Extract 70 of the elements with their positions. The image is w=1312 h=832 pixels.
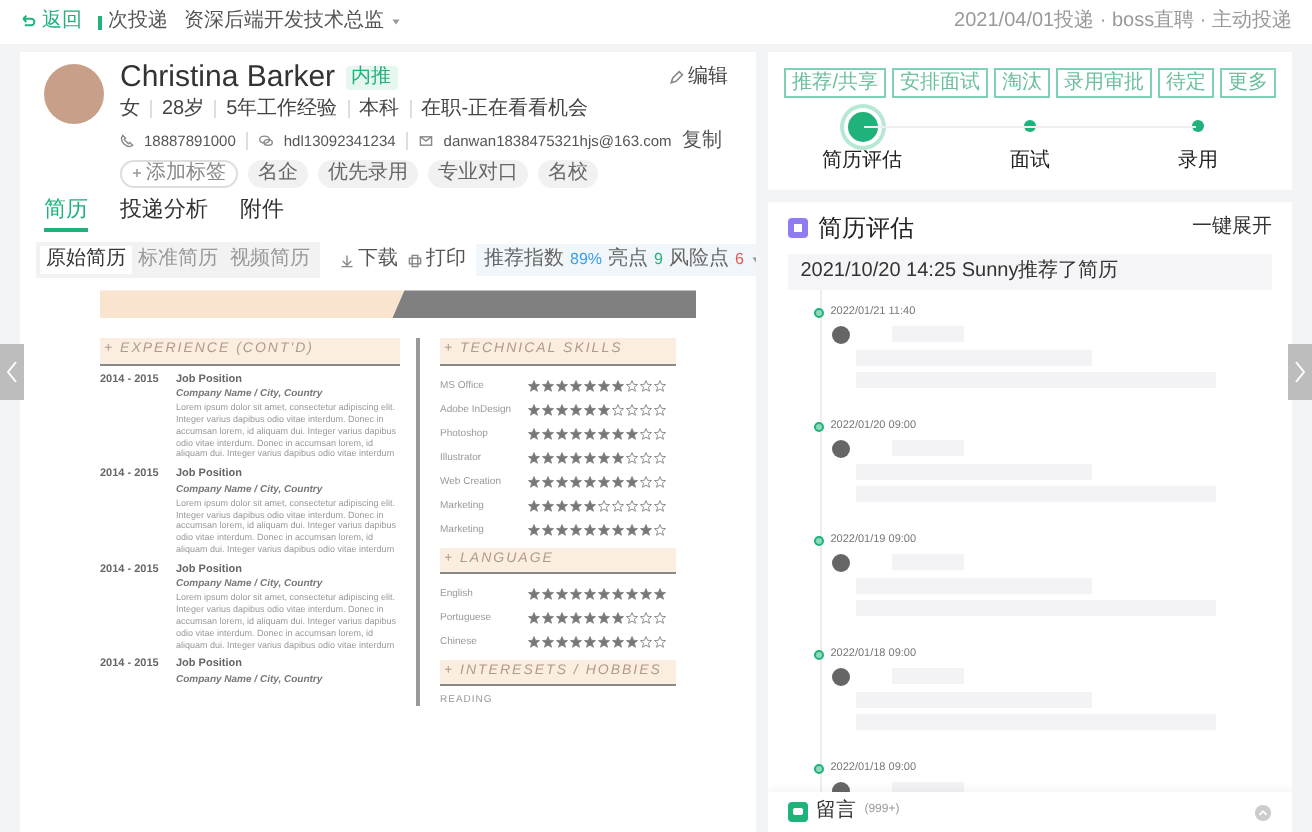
print-button[interactable]: 打印 xyxy=(408,248,466,273)
copy-link[interactable]: 复制 xyxy=(681,129,722,153)
section-title: 简历评估 xyxy=(818,214,915,243)
action-button[interactable]: 更多 xyxy=(1220,68,1276,98)
tag: 名校 xyxy=(538,159,598,187)
collapse-icon[interactable] xyxy=(1254,803,1272,821)
edit-button[interactable]: 编辑 xyxy=(668,65,729,89)
comment-label: 留言 xyxy=(816,800,857,824)
pencil-icon xyxy=(668,69,685,85)
stage-label: 录用 xyxy=(1178,150,1218,174)
view-tab[interactable]: 视频简历 xyxy=(224,246,316,275)
download-button[interactable]: 下载 xyxy=(340,248,398,273)
avatar xyxy=(832,553,851,572)
summary-text: 2021/10/20 14:25 Sunny推荐了简历 xyxy=(800,260,1119,285)
job-title-dropdown[interactable]: 资深后端开发技术总监 xyxy=(184,10,402,34)
previous-handle[interactable] xyxy=(0,344,24,400)
download-icon xyxy=(340,253,354,268)
stage-label: 面试 xyxy=(1010,150,1051,174)
expand-all-button[interactable]: 一键展开 xyxy=(1192,216,1272,241)
profile-info: 本科 xyxy=(359,97,400,121)
profile-info: 女 xyxy=(120,97,140,121)
tab[interactable]: 简历 xyxy=(44,198,88,233)
score-value: 6 xyxy=(734,250,744,270)
avatar xyxy=(832,325,851,344)
timeline-dot xyxy=(814,308,825,319)
view-tab[interactable]: 原始简历 xyxy=(40,246,132,275)
action-button[interactable]: 录用审批 xyxy=(1056,68,1152,98)
score-label: 风险点 xyxy=(668,248,729,273)
profile-info: 28岁 xyxy=(162,97,205,121)
mail-icon xyxy=(417,134,434,148)
tag: 专业对口 xyxy=(428,159,528,187)
channel-marker xyxy=(98,15,102,29)
view-tab[interactable]: 标准简历 xyxy=(132,246,224,275)
add-tag-button[interactable]: 添加标签 xyxy=(120,159,238,187)
phone-icon xyxy=(120,134,134,148)
action-button[interactable]: 安排面试 xyxy=(892,68,988,98)
action-button[interactable]: 待定 xyxy=(1158,68,1214,98)
chevron-left-icon xyxy=(6,360,18,384)
profile-info: 在职-正在看看机会 xyxy=(421,97,589,121)
score-value: 89% xyxy=(570,250,603,270)
candidate-name: Christina Barker xyxy=(120,59,336,95)
next-handle[interactable] xyxy=(1288,344,1312,400)
chat-icon xyxy=(257,134,274,148)
action-button[interactable]: 淘汰 xyxy=(994,68,1050,98)
chat-icon xyxy=(788,802,809,822)
avatar xyxy=(832,439,851,458)
avatar xyxy=(832,667,851,686)
delivery-info: 2021/04/01投递 · boss直聘 · 主动投递 xyxy=(954,10,1292,34)
action-button[interactable]: 推荐/共享 xyxy=(784,68,886,98)
back-icon xyxy=(20,14,36,30)
tag: 优先录用 xyxy=(318,159,418,187)
timeline-dot xyxy=(814,536,825,547)
back-link[interactable]: 返回 xyxy=(20,10,82,34)
chevron-right-icon xyxy=(1294,360,1306,384)
plus-icon xyxy=(132,168,142,178)
timeline-dot xyxy=(814,764,825,775)
score-label: 推荐指数 xyxy=(484,248,564,273)
referral-badge: 内推 xyxy=(345,65,398,89)
tab[interactable]: 投递分析 xyxy=(120,198,208,233)
stage-label: 简历评估 xyxy=(822,150,903,174)
score-label: 亮点 xyxy=(608,248,649,273)
tag: 名企 xyxy=(248,159,308,187)
channel-label: 次投递 xyxy=(98,10,168,34)
tab[interactable]: 附件 xyxy=(240,198,284,233)
timeline-dot xyxy=(814,650,825,661)
score-value: 9 xyxy=(654,250,663,270)
avatar xyxy=(44,64,104,124)
document-icon xyxy=(788,218,809,239)
profile-info: 5年工作经验 xyxy=(226,97,338,121)
timeline-dot xyxy=(814,422,825,433)
